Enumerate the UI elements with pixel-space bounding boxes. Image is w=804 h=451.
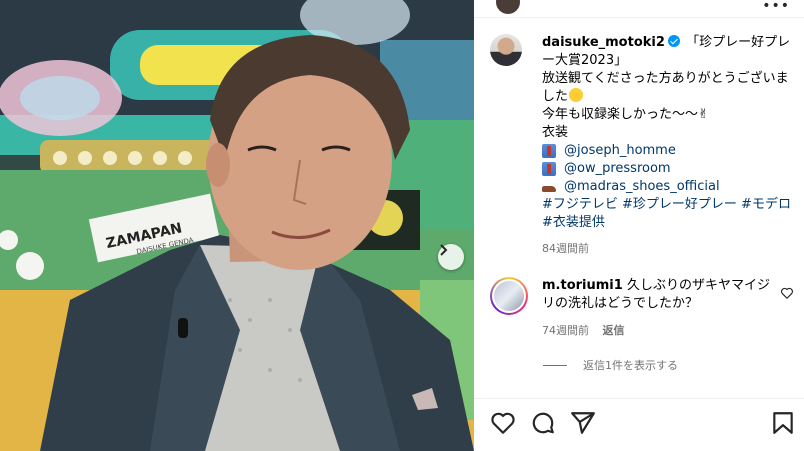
heart-icon[interactable] bbox=[780, 286, 794, 300]
more-icon[interactable]: ••• bbox=[762, 0, 790, 14]
shirt-icon bbox=[542, 162, 556, 176]
verified-badge-icon bbox=[667, 35, 680, 47]
view-replies-label: 返信1件を表示する bbox=[583, 359, 678, 372]
author-avatar[interactable] bbox=[490, 34, 522, 66]
comment-body: m.toriumi1 久しぶりのザキヤマイジリの洗礼はどうでしたか？ bbox=[542, 277, 772, 313]
comment-item: m.toriumi1 久しぶりのザキヤマイジリの洗礼はどうでしたか？ 74週間前… bbox=[490, 277, 804, 337]
divider-dash bbox=[543, 364, 567, 366]
hashtags[interactable]: #フジテレビ #珍プレー好プレー #モデロ #衣装提供 bbox=[542, 196, 800, 232]
caption-line-costume: 衣装 bbox=[542, 125, 569, 140]
mention-link[interactable]: @joseph_homme bbox=[564, 142, 676, 160]
mention-link[interactable]: @ow_pressroom bbox=[564, 160, 671, 178]
mention-row: @joseph_homme bbox=[542, 142, 800, 160]
action-bar bbox=[474, 410, 804, 440]
caption-line-recording: 今年も収録楽しかった〜〜✌ bbox=[542, 107, 709, 122]
reply-button[interactable]: 返信 bbox=[603, 324, 625, 337]
heart-icon[interactable] bbox=[490, 410, 516, 436]
photo-illustration: ZAMAPAN DAISUKE GENDA bbox=[0, 0, 474, 451]
mention-row: @ow_pressroom bbox=[542, 160, 800, 178]
post-details-pane: ••• daisuke_motoki2 「珍プレー好プレー大賞2023」 放送観… bbox=[474, 0, 804, 451]
view-replies-button[interactable]: 返信1件を表示する bbox=[543, 357, 678, 373]
post-photo: ZAMAPAN DAISUKE GENDA bbox=[0, 0, 474, 451]
next-photo-button[interactable] bbox=[438, 244, 464, 270]
chevron-right-icon bbox=[440, 244, 448, 256]
actions-divider bbox=[474, 398, 804, 399]
commenter-avatar[interactable] bbox=[490, 277, 528, 315]
post-header: ••• bbox=[474, 0, 804, 18]
smile-emoji-icon bbox=[569, 88, 584, 102]
comment-time-ago[interactable]: 74週間前 bbox=[542, 324, 589, 337]
caption-body: daisuke_motoki2 「珍プレー好プレー大賞2023」 放送観てくださ… bbox=[542, 34, 800, 258]
post-time-ago[interactable]: 84週間前 bbox=[542, 240, 800, 258]
comment-icon[interactable] bbox=[530, 410, 556, 436]
comment-meta: 74週間前 返信 bbox=[542, 322, 625, 338]
author-username[interactable]: daisuke_motoki2 bbox=[542, 35, 665, 50]
header-avatar[interactable] bbox=[496, 0, 520, 14]
share-icon[interactable] bbox=[570, 410, 596, 436]
shoe-icon bbox=[542, 180, 556, 194]
mention-link[interactable]: @madras_shoes_official bbox=[564, 178, 720, 196]
shirt-icon bbox=[542, 144, 556, 158]
bookmark-icon[interactable] bbox=[770, 410, 796, 436]
mention-row: @madras_shoes_official bbox=[542, 178, 800, 196]
commenter-username[interactable]: m.toriumi1 bbox=[542, 278, 623, 293]
